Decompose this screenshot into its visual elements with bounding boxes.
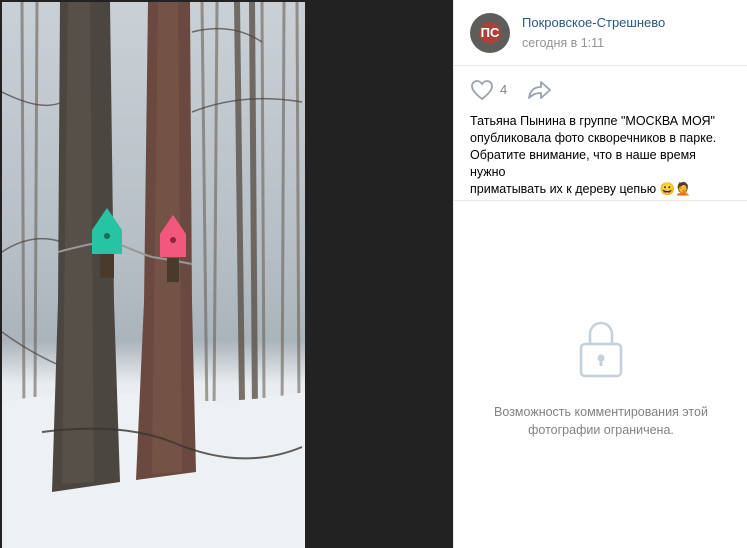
- post-time[interactable]: сегодня в 1:11: [522, 35, 665, 51]
- group-name-link[interactable]: Покровское-Стрешнево: [522, 15, 665, 31]
- share-arrow-icon: [528, 80, 552, 99]
- post-meta: Покровское-Стрешнево сегодня в 1:11: [522, 15, 665, 51]
- post-sidebar: ПС Покровское-Стрешнево сегодня в 1:11 4…: [453, 0, 747, 548]
- avatar-letters: ПС: [480, 25, 500, 40]
- lock-icon: [578, 320, 624, 383]
- share-button[interactable]: [527, 79, 553, 101]
- post-actions: 4: [454, 66, 747, 113]
- photo-illustration: [2, 2, 305, 548]
- post-text: Татьяна Пынина в группе "МОСКВА МОЯ" опу…: [454, 113, 747, 201]
- like-button[interactable]: 4: [470, 79, 507, 101]
- restricted-message: Возможность комментирования этой фотогра…: [494, 405, 708, 437]
- heart-icon: [471, 79, 493, 100]
- post-photo[interactable]: [2, 2, 305, 548]
- photo-viewer: [0, 0, 453, 548]
- like-count: 4: [500, 82, 508, 97]
- group-avatar[interactable]: ПС: [470, 12, 510, 53]
- comments-restricted: Возможность комментирования этой фотогра…: [454, 320, 747, 439]
- post-header: ПС Покровское-Стрешнево сегодня в 1:11: [454, 0, 747, 66]
